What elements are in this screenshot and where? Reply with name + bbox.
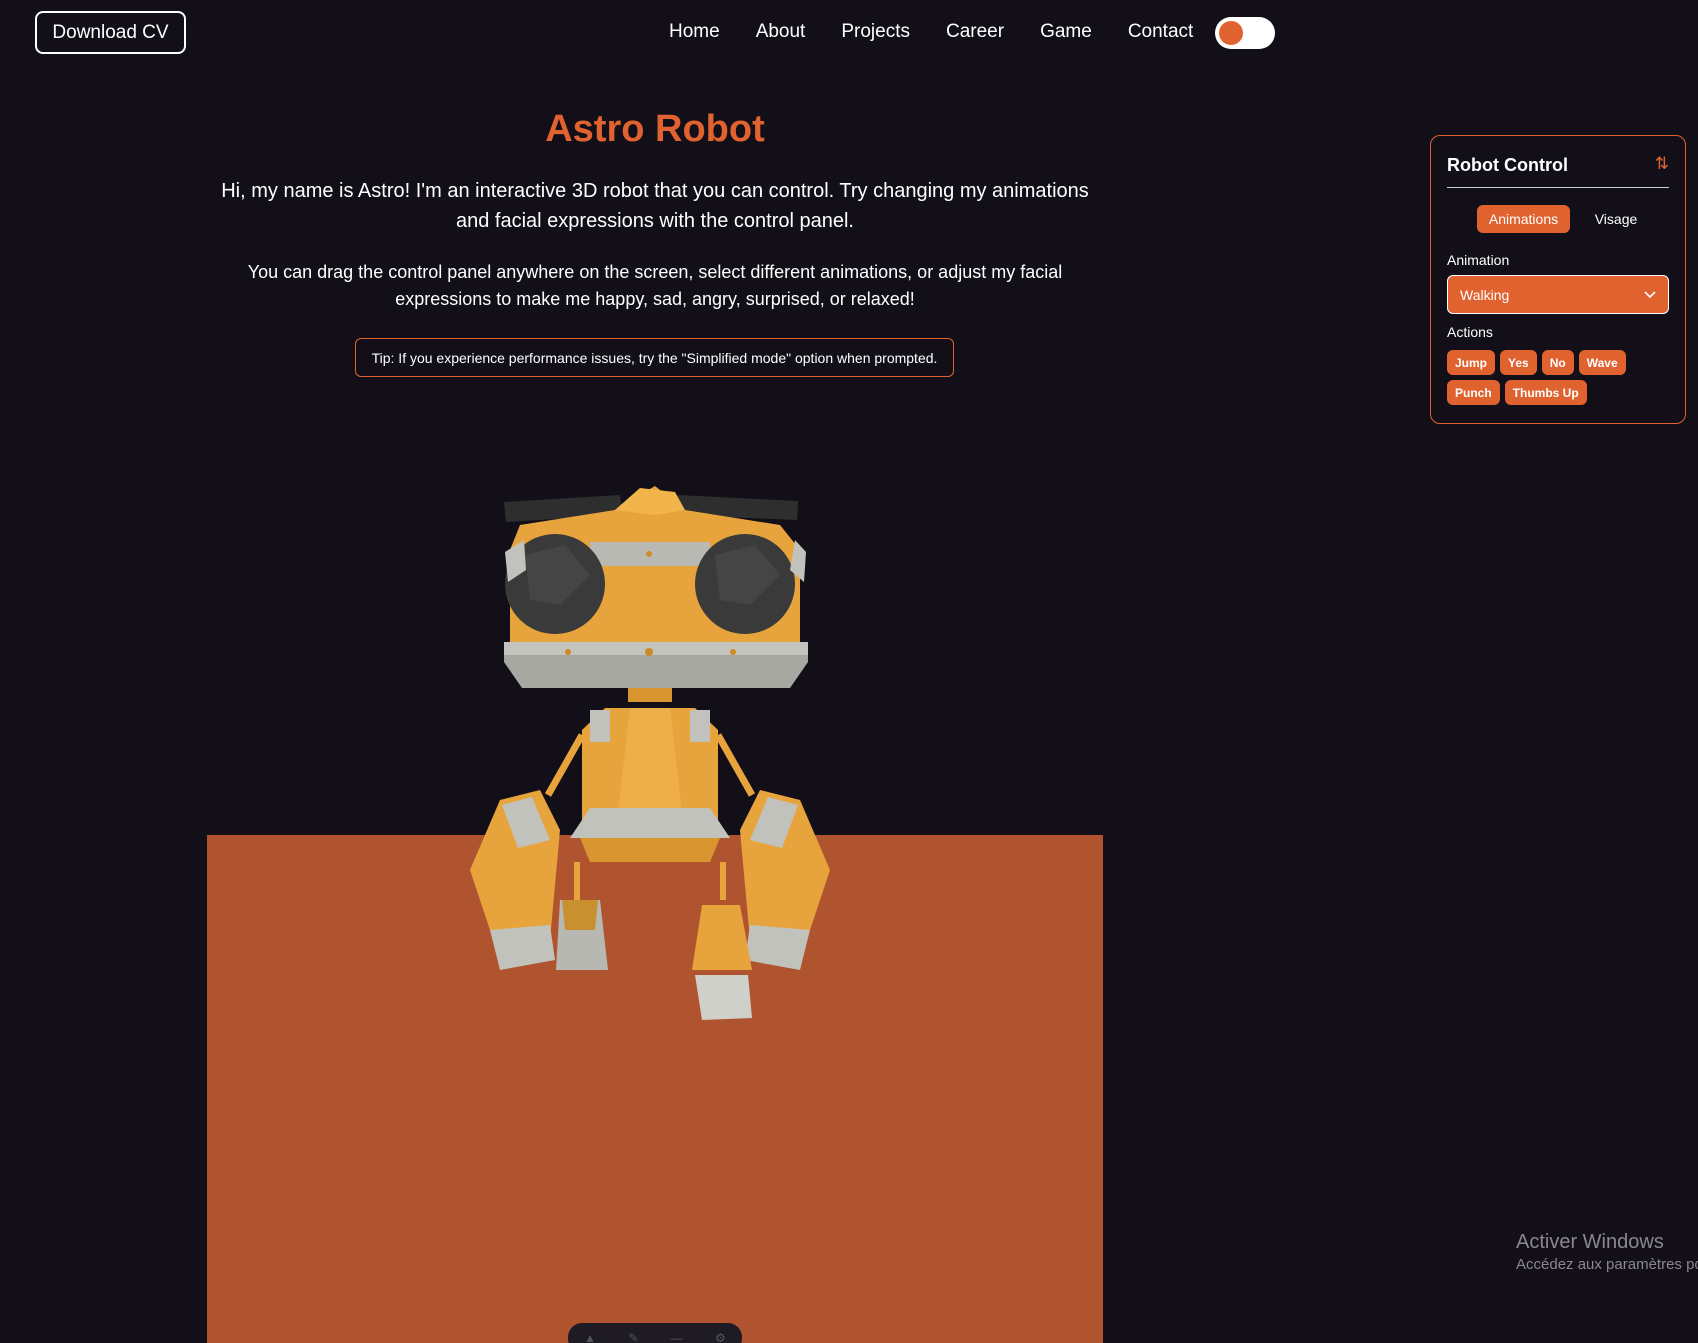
- dash-icon[interactable]: —: [671, 1331, 683, 1343]
- tab-animations[interactable]: Animations: [1477, 205, 1570, 233]
- animation-label: Animation: [1447, 252, 1510, 268]
- windows-activation-title: Activer Windows: [1516, 1231, 1664, 1253]
- action-wave-button[interactable]: Wave: [1578, 350, 1626, 375]
- left-shoulder: [590, 710, 610, 742]
- action-jump-button[interactable]: Jump: [1447, 350, 1496, 375]
- nav-game[interactable]: Game: [1040, 20, 1092, 44]
- torso-belt: [570, 808, 730, 838]
- band-highlight: [504, 642, 808, 655]
- action-no-button[interactable]: No: [1541, 350, 1574, 375]
- triangle-icon[interactable]: ▲: [584, 1331, 596, 1343]
- left-hand: [490, 925, 555, 970]
- panel-divider: [1447, 187, 1669, 188]
- gear-icon[interactable]: ⚙: [715, 1331, 726, 1343]
- nav-about[interactable]: About: [756, 20, 806, 44]
- right-leg: [692, 905, 752, 970]
- nav-projects[interactable]: Projects: [841, 20, 910, 44]
- instructions-text: You can drag the control panel anywhere …: [247, 262, 1063, 309]
- animation-select[interactable]: Walking: [1447, 275, 1669, 314]
- head-top-shade: [615, 488, 685, 515]
- tip-box: Tip: If you experience performance issue…: [355, 338, 954, 377]
- download-cv-button[interactable]: Download CV: [35, 11, 186, 54]
- sort-arrows-icon[interactable]: ⇅: [1655, 154, 1669, 174]
- rivet: [565, 649, 571, 655]
- nav-career[interactable]: Career: [946, 20, 1004, 44]
- rivet: [645, 648, 653, 656]
- page: Download CV Home About Projects Career G…: [0, 0, 1698, 1343]
- action-punch-button[interactable]: Punch: [1447, 380, 1500, 405]
- left-upper-arm: [544, 733, 586, 797]
- nav-home[interactable]: Home: [669, 20, 720, 44]
- robot-hips: [580, 838, 720, 862]
- action-yes-button[interactable]: Yes: [1500, 350, 1537, 375]
- rivet: [730, 649, 736, 655]
- tab-visage[interactable]: Visage: [1581, 205, 1651, 233]
- animation-select-value: Walking: [1460, 286, 1510, 303]
- actions-group: Jump Yes No Wave Punch Thumbs Up: [1447, 350, 1677, 405]
- pen-icon[interactable]: ✎: [628, 1331, 638, 1343]
- tip-text: Tip: If you experience performance issue…: [371, 349, 938, 366]
- intro-text: Hi, my name is Astro! I'm an interactive…: [221, 180, 1089, 232]
- panel-title: Robot Control: [1447, 155, 1568, 175]
- main-nav: Home About Projects Career Game Contact: [669, 20, 1193, 44]
- theme-toggle[interactable]: [1215, 17, 1275, 49]
- page-title: Astro Robot: [545, 108, 765, 150]
- right-shoulder: [690, 710, 710, 742]
- right-hand: [745, 925, 810, 970]
- right-upper-arm: [714, 733, 756, 797]
- action-thumbs-up-button[interactable]: Thumbs Up: [1504, 380, 1587, 405]
- actions-label: Actions: [1447, 324, 1493, 340]
- robot-neck: [628, 688, 672, 702]
- right-foot: [695, 975, 752, 1020]
- windows-activation-subtitle: Accédez aux paramètres po: [1516, 1256, 1698, 1273]
- robot-control-panel[interactable]: Robot Control ⇅ Animations Visage Animat…: [1430, 135, 1686, 424]
- scene-toolbar[interactable]: ▲ ✎ — ⚙: [568, 1323, 742, 1343]
- left-knee: [562, 900, 598, 930]
- nav-contact[interactable]: Contact: [1128, 20, 1193, 44]
- robot-model[interactable]: [440, 470, 860, 1040]
- rivet: [646, 551, 652, 557]
- chevron-down-icon: [1644, 291, 1656, 299]
- toggle-knob: [1219, 21, 1243, 45]
